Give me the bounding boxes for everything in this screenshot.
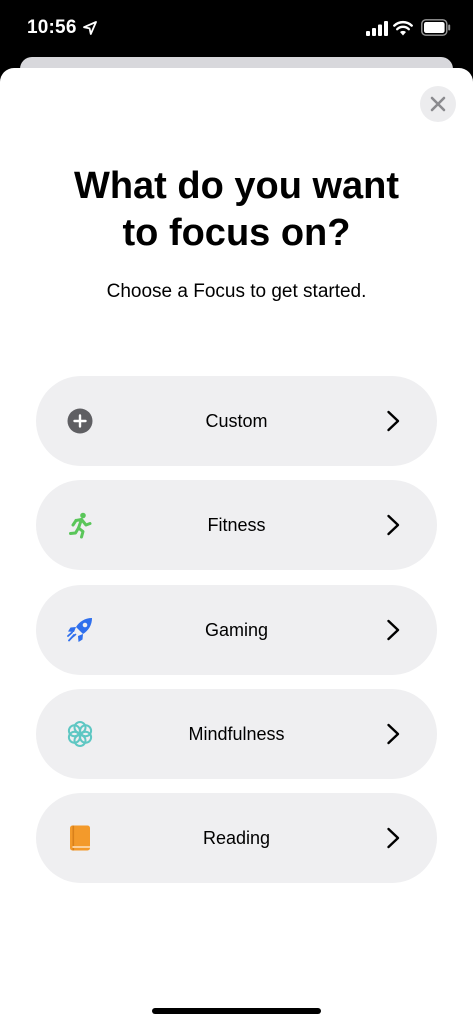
focus-option-label: Custom bbox=[205, 411, 268, 431]
status-bar: 10:56 bbox=[0, 0, 473, 60]
battery-icon bbox=[421, 19, 451, 36]
wifi-icon bbox=[393, 20, 413, 36]
chevron-right-icon bbox=[387, 514, 400, 536]
close-icon bbox=[430, 96, 446, 112]
chevron-right-icon bbox=[387, 723, 400, 745]
focus-option-label: Fitness bbox=[207, 515, 266, 535]
page-subtitle: Choose a Focus to get started. bbox=[106, 281, 367, 302]
focus-option-reading[interactable]: Reading bbox=[36, 793, 437, 883]
home-indicator[interactable] bbox=[152, 1008, 321, 1014]
close-button[interactable] bbox=[420, 86, 456, 122]
focus-option-label: Mindfulness bbox=[188, 724, 285, 744]
focus-option-gaming[interactable]: Gaming bbox=[36, 585, 437, 675]
page-title: What do you want to focus on? bbox=[73, 165, 400, 254]
cellular-signal-icon bbox=[366, 21, 388, 36]
location-arrow-icon bbox=[83, 21, 97, 35]
chevron-right-icon bbox=[387, 619, 400, 641]
chevron-right-icon bbox=[387, 410, 400, 432]
focus-option-fitness[interactable]: Fitness bbox=[36, 480, 437, 570]
status-time: 10:56 bbox=[27, 17, 77, 38]
focus-option-mindfulness[interactable]: Mindfulness bbox=[36, 689, 437, 779]
focus-option-label: Reading bbox=[202, 828, 271, 848]
focus-option-custom[interactable]: Custom bbox=[36, 376, 437, 466]
chevron-right-icon bbox=[387, 827, 400, 849]
focus-option-label: Gaming bbox=[204, 620, 269, 640]
